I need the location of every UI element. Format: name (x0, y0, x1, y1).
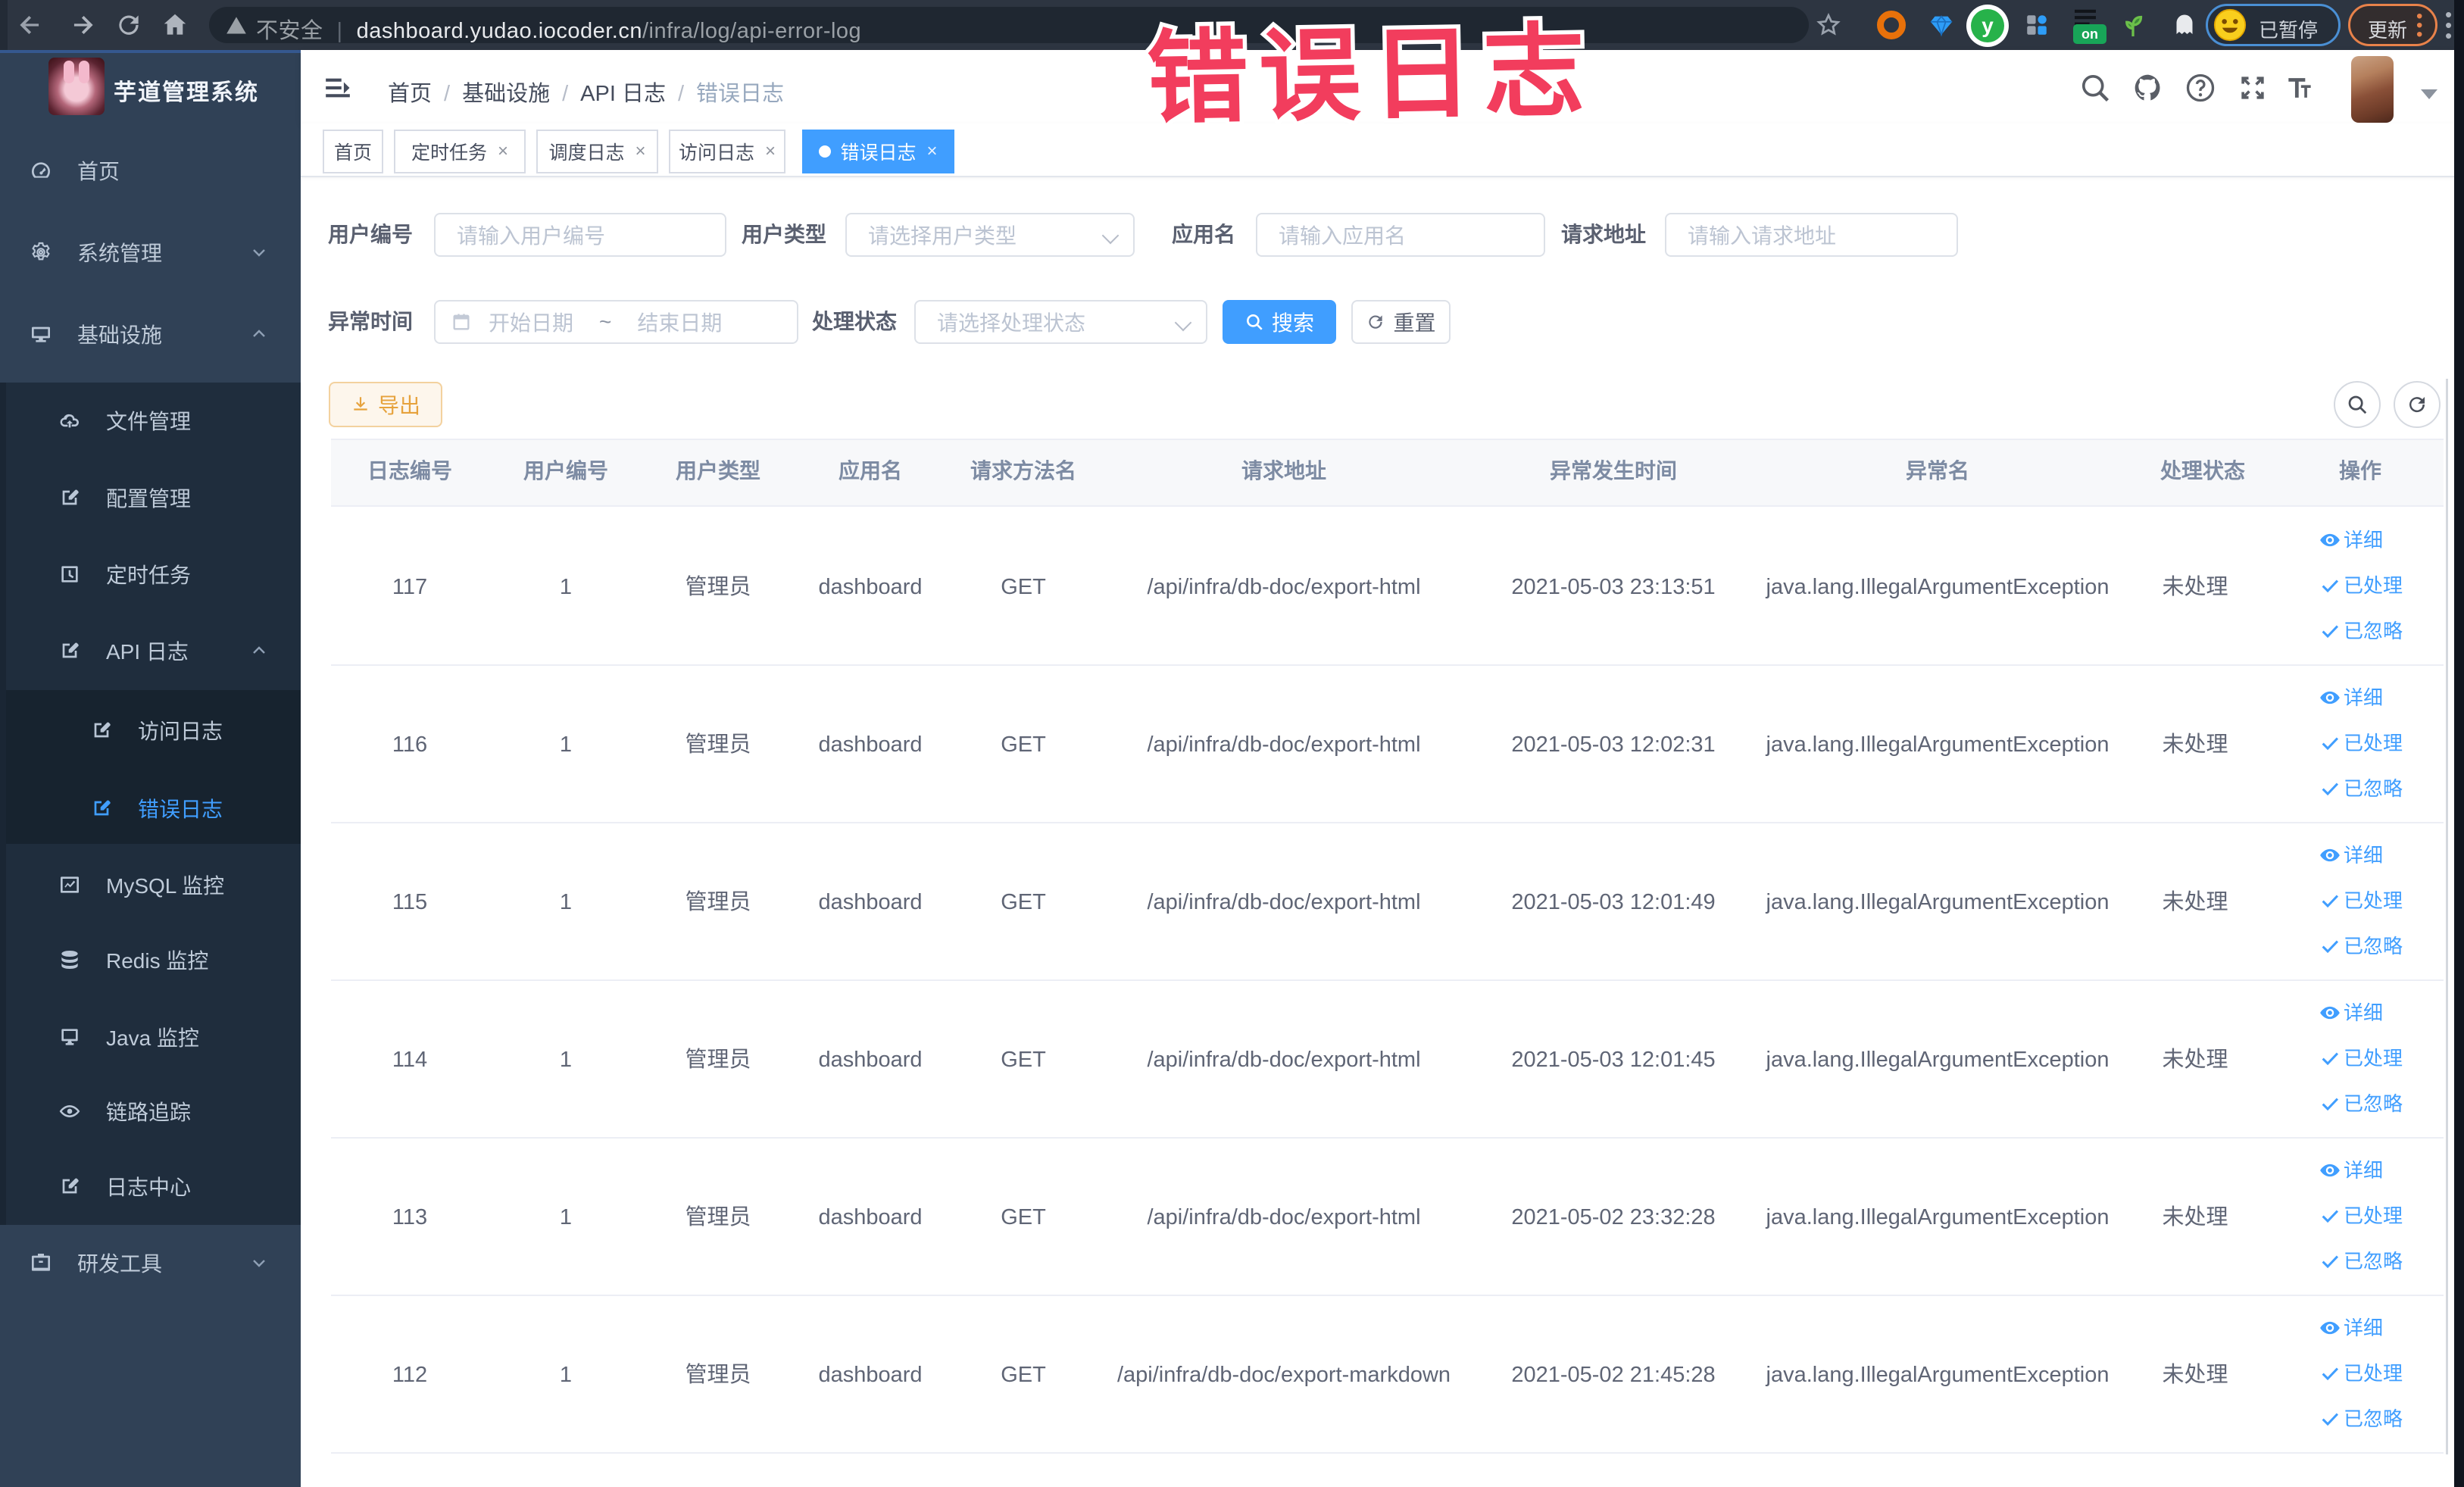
svg-text:错误日志: 错误日志 (1146, 15, 1597, 136)
